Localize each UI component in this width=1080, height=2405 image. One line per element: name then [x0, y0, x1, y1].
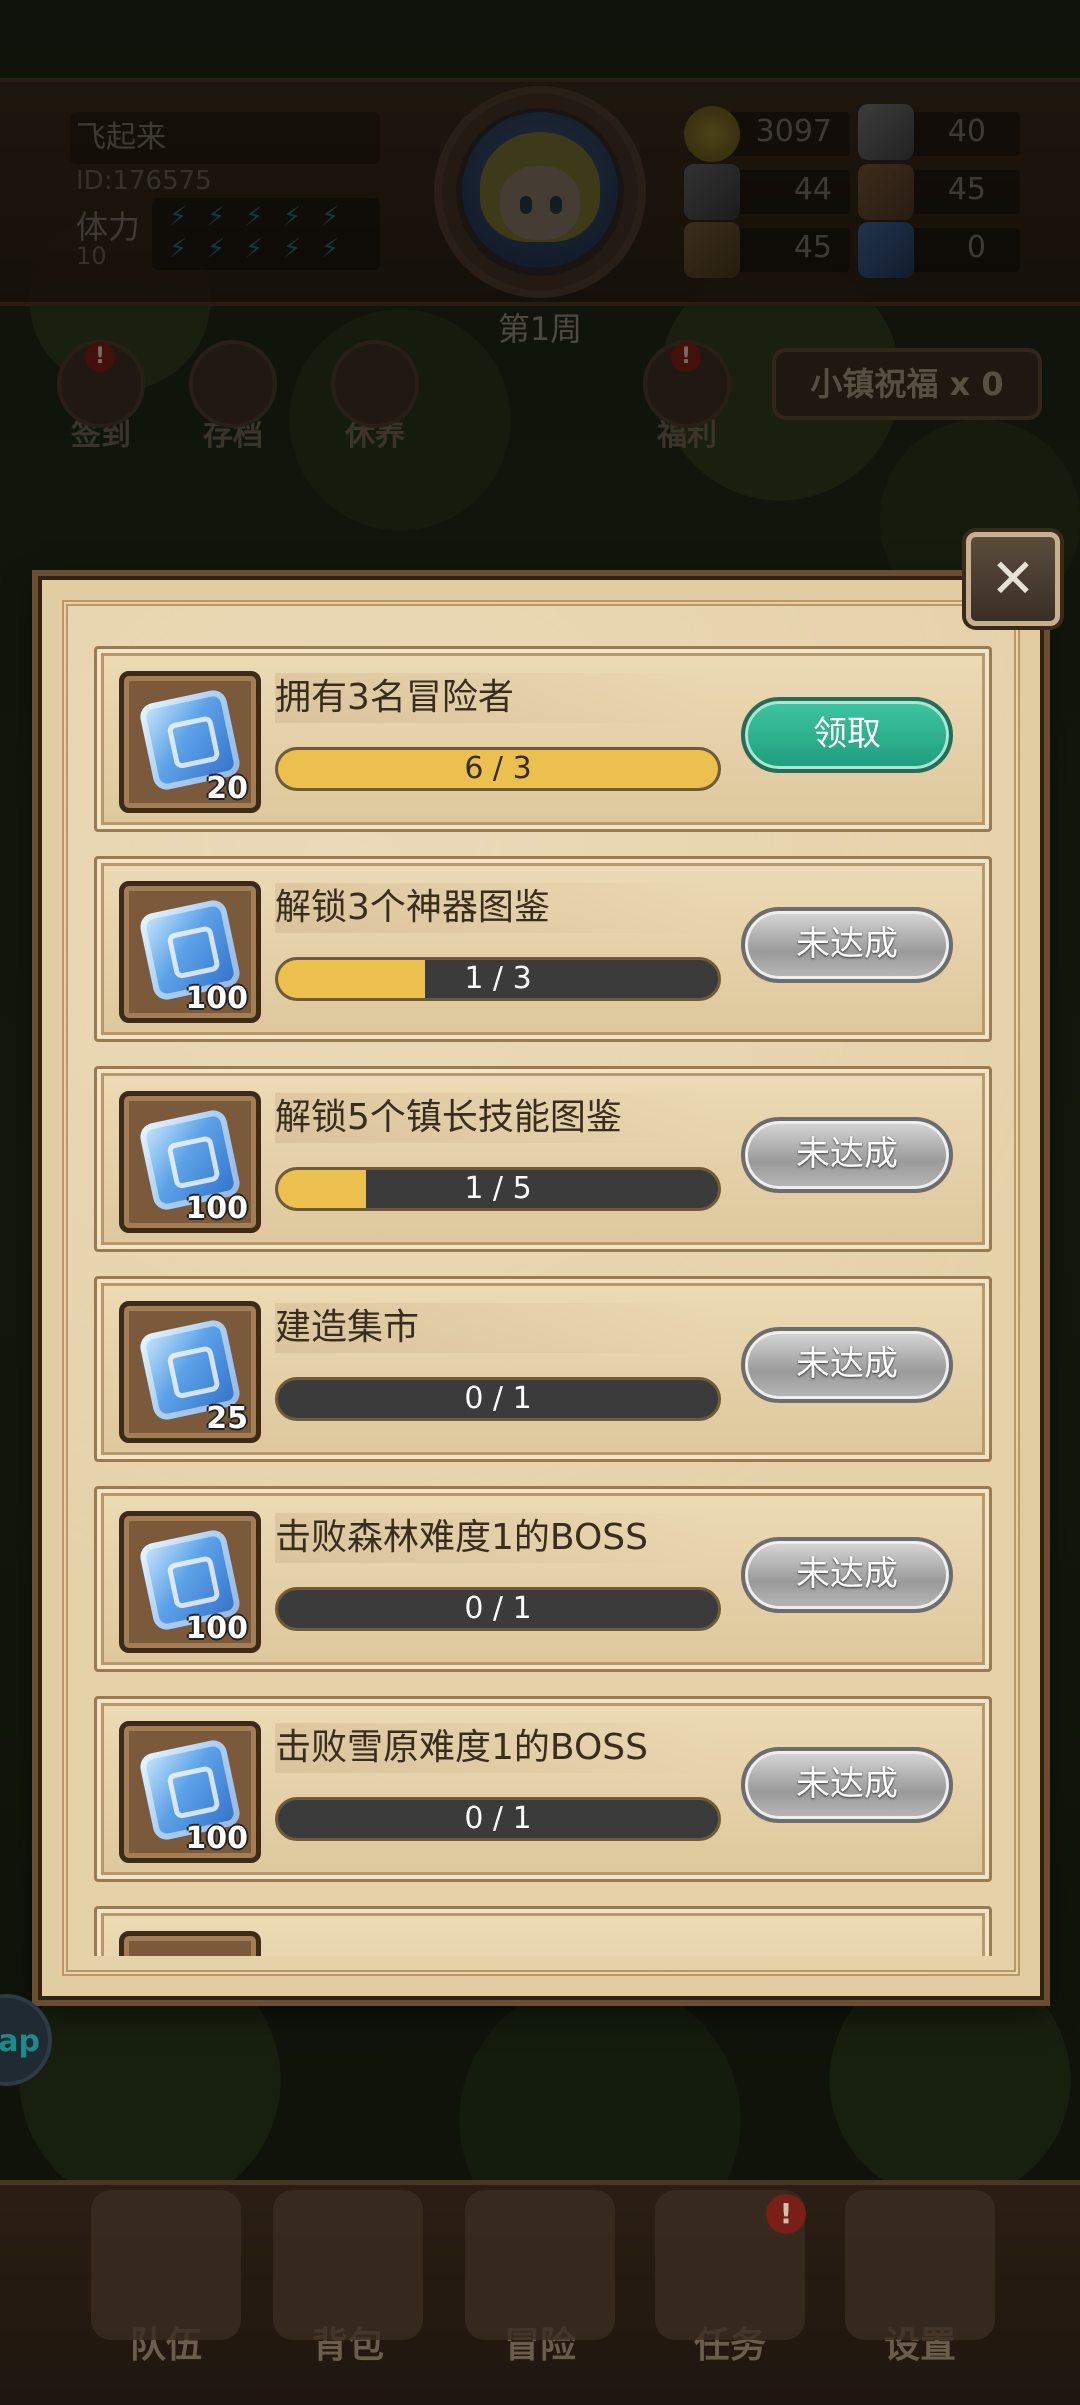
task-row: 20 拥有3名冒险者 6 / 3 领取	[94, 646, 992, 832]
task-title: 解锁3个神器图鉴	[275, 883, 715, 933]
progress-bar: 0 / 1	[275, 1797, 721, 1841]
nav-settings[interactable]: 设置	[830, 2190, 1010, 2400]
reward-slot: 100	[119, 1511, 261, 1653]
crossed-swords-icon	[465, 2190, 615, 2340]
progress-text: 1 / 3	[464, 961, 532, 996]
not-achieved-button[interactable]: 未达成	[741, 1327, 953, 1403]
progress-text: 0 / 1	[464, 1801, 532, 1836]
progress-text: 0 / 1	[464, 1381, 532, 1416]
helmet-icon	[91, 2190, 241, 2340]
alert-badge: !	[766, 2194, 806, 2234]
not-achieved-button[interactable]: 未达成	[741, 1117, 953, 1193]
task-row: 100 解锁3个神器图鉴 1 / 3 未达成	[94, 856, 992, 1042]
progress-bar: 0 / 1	[275, 1377, 721, 1421]
not-achieved-button[interactable]: 未达成	[741, 907, 953, 983]
reward-slot: 20	[119, 671, 261, 813]
reward-count: 100	[185, 981, 248, 1016]
reward-count: 100	[185, 1611, 248, 1646]
reward-count: 25	[206, 1401, 248, 1436]
progress-bar: 1 / 5	[275, 1167, 721, 1211]
progress-bar: 6 / 3	[275, 747, 721, 791]
progress-text: 6 / 3	[464, 751, 532, 786]
reward-count: 100	[185, 1191, 248, 1226]
reward-slot: 25	[119, 1301, 261, 1443]
progress-text: 1 / 5	[464, 1171, 532, 1206]
task-title: 拥有3名冒险者	[275, 673, 715, 723]
task-title: 击败雪原难度1的BOSS	[275, 1723, 715, 1773]
task-row: 100 击败森林难度1的BOSS 0 / 1 未达成	[94, 1486, 992, 1672]
task-row: 100 解锁5个镇长技能图鉴 1 / 5 未达成	[94, 1066, 992, 1252]
nav-tasks[interactable]: ! 任务	[640, 2190, 820, 2400]
backpack-icon	[273, 2190, 423, 2340]
task-row: 25 建造集市 0 / 1 未达成	[94, 1276, 992, 1462]
nav-team[interactable]: 队伍	[76, 2190, 256, 2400]
progress-bar: 0 / 1	[275, 1587, 721, 1631]
reward-slot: 100	[119, 1721, 261, 1863]
not-achieved-button[interactable]: 未达成	[741, 1537, 953, 1613]
gear-icon	[845, 2190, 995, 2340]
reward-slot: 100	[119, 881, 261, 1023]
nav-backpack[interactable]: 背包	[258, 2190, 438, 2400]
progress-text: 0 / 1	[464, 1591, 532, 1626]
task-title: 建造集市	[275, 1303, 715, 1353]
task-row	[94, 1906, 992, 1956]
reward-count: 20	[206, 771, 248, 806]
close-button[interactable]: ✕	[966, 532, 1060, 626]
not-achieved-button[interactable]: 未达成	[741, 1747, 953, 1823]
task-title: 解锁5个镇长技能图鉴	[275, 1093, 715, 1143]
reward-slot	[119, 1931, 261, 1956]
progress-bar: 1 / 3	[275, 957, 721, 1001]
task-row: 100 击败雪原难度1的BOSS 0 / 1 未达成	[94, 1696, 992, 1882]
claim-button[interactable]: 领取	[741, 697, 953, 773]
reward-count: 100	[185, 1821, 248, 1856]
task-list[interactable]: 20 拥有3名冒险者 6 / 3 领取 100 解锁3个神器图鉴 1 / 3 未达成 100 解锁…	[52, 646, 992, 1956]
reward-slot: 100	[119, 1091, 261, 1233]
nav-adventure[interactable]: 冒险	[450, 2190, 630, 2400]
task-title: 击败森林难度1的BOSS	[275, 1513, 715, 1563]
close-icon: ✕	[990, 547, 1036, 610]
